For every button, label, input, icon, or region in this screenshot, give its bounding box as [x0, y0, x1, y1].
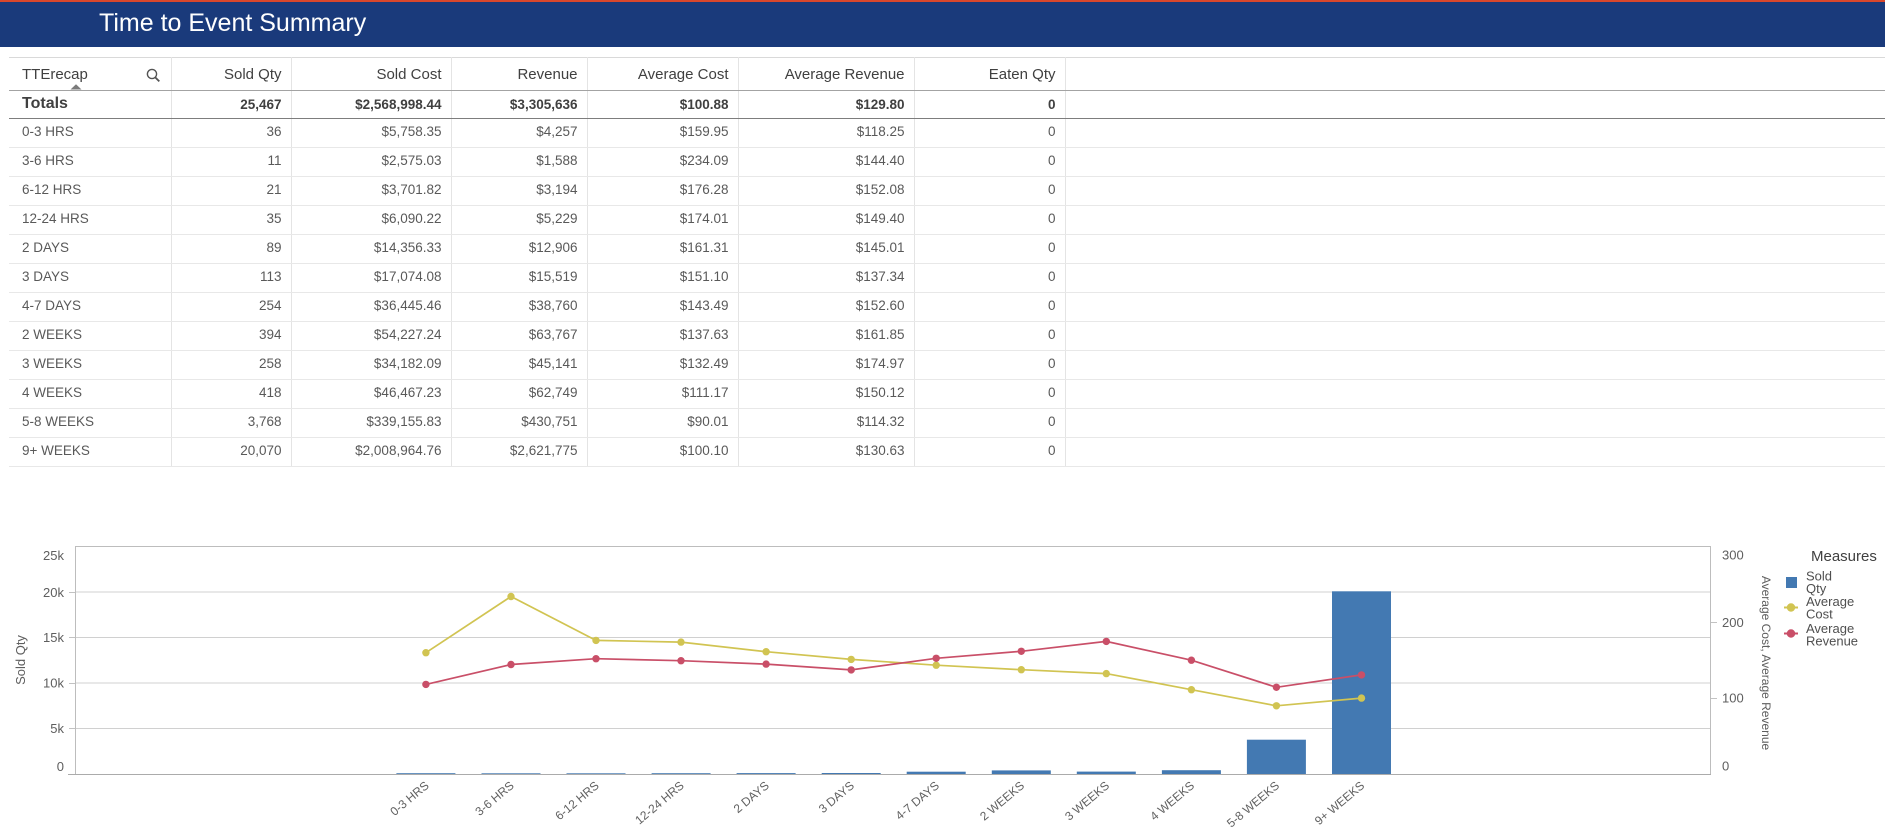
svg-text:10k: 10k [43, 676, 64, 691]
svg-text:3 DAYS: 3 DAYS [816, 778, 857, 816]
svg-text:Cost: Cost [1806, 607, 1833, 622]
svg-text:3-6 HRS: 3-6 HRS [472, 778, 516, 818]
svg-text:200: 200 [1722, 615, 1744, 630]
svg-text:15k: 15k [43, 630, 64, 645]
svg-text:Measures: Measures [1811, 548, 1877, 565]
svg-text:3 WEEKS: 3 WEEKS [1062, 778, 1112, 823]
svg-text:4-7 DAYS: 4-7 DAYS [893, 778, 942, 822]
svg-text:300: 300 [1722, 548, 1744, 563]
svg-text:5k: 5k [50, 721, 64, 736]
svg-text:0: 0 [57, 759, 64, 774]
svg-text:Sold Qty: Sold Qty [13, 635, 28, 685]
svg-text:2 DAYS: 2 DAYS [731, 778, 772, 816]
svg-text:20k: 20k [43, 585, 64, 600]
svg-text:5-8 WEEKS: 5-8 WEEKS [1224, 778, 1282, 830]
svg-text:Average Cost, Average Revenue: Average Cost, Average Revenue [1759, 576, 1773, 751]
svg-text:25k: 25k [43, 548, 64, 563]
svg-text:2 WEEKS: 2 WEEKS [977, 778, 1027, 823]
svg-text:0: 0 [1722, 759, 1729, 774]
svg-text:12-24 HRS: 12-24 HRS [632, 778, 686, 827]
svg-text:6-12 HRS: 6-12 HRS [552, 778, 601, 823]
svg-text:9+ WEEKS: 9+ WEEKS [1312, 778, 1367, 828]
svg-text:0-3 HRS: 0-3 HRS [387, 778, 431, 818]
svg-text:Revenue: Revenue [1806, 634, 1858, 649]
svg-text:4 WEEKS: 4 WEEKS [1147, 778, 1197, 823]
svg-text:100: 100 [1722, 691, 1744, 706]
